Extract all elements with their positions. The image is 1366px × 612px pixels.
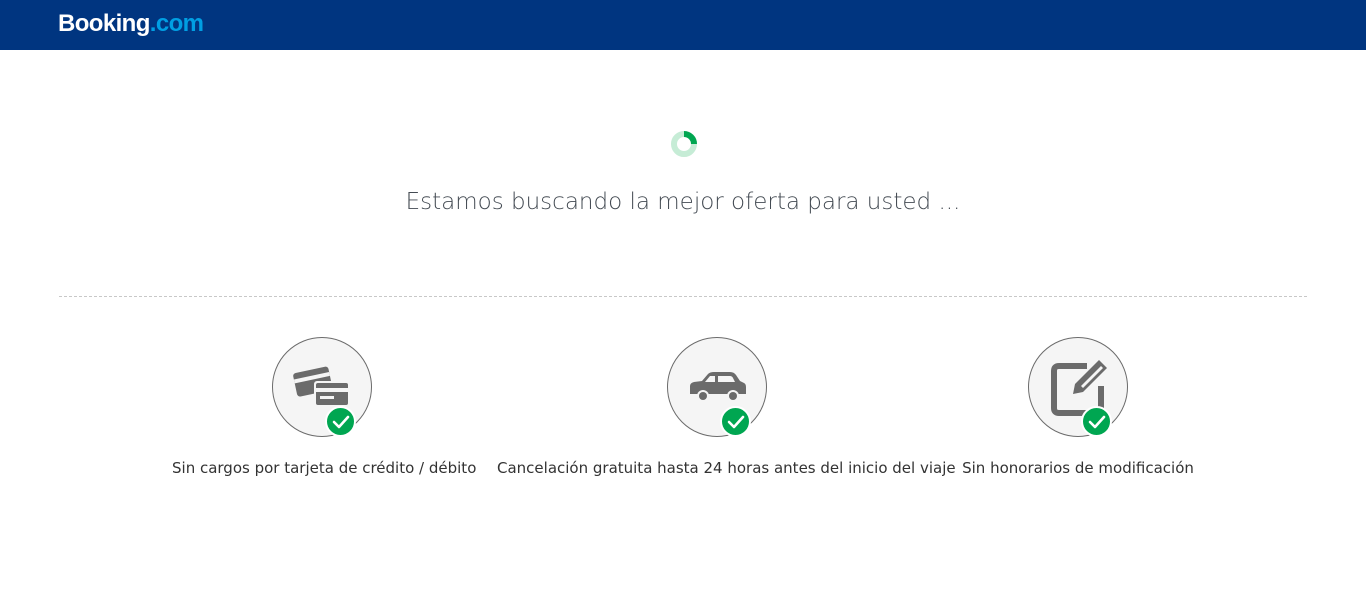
feature-no-modification-fees — [1028, 337, 1128, 437]
check-icon — [325, 406, 356, 437]
loading-spinner-icon — [670, 130, 698, 158]
check-icon — [1081, 406, 1112, 437]
check-icon — [720, 406, 751, 437]
feature-no-card-fees — [272, 337, 372, 437]
loading-message: Estamos buscando la mejor oferta para us… — [405, 189, 961, 215]
edit-icon — [1029, 338, 1129, 438]
car-icon — [668, 338, 768, 438]
feature-free-cancellation — [667, 337, 767, 437]
feature-label-no-card-fees: Sin cargos por tarjeta de crédito / débi… — [172, 459, 477, 477]
booking-logo[interactable]: Booking.com — [58, 10, 204, 38]
credit-cards-icon — [273, 338, 373, 438]
dashed-divider — [59, 296, 1307, 297]
logo-tld: .com — [149, 10, 204, 37]
top-header: Booking.com — [0, 0, 1366, 50]
feature-label-free-cancellation: Cancelación gratuita hasta 24 horas ante… — [497, 459, 956, 477]
logo-text: Booking — [58, 10, 150, 37]
feature-label-no-modification-fees: Sin honorarios de modificación — [962, 459, 1194, 477]
